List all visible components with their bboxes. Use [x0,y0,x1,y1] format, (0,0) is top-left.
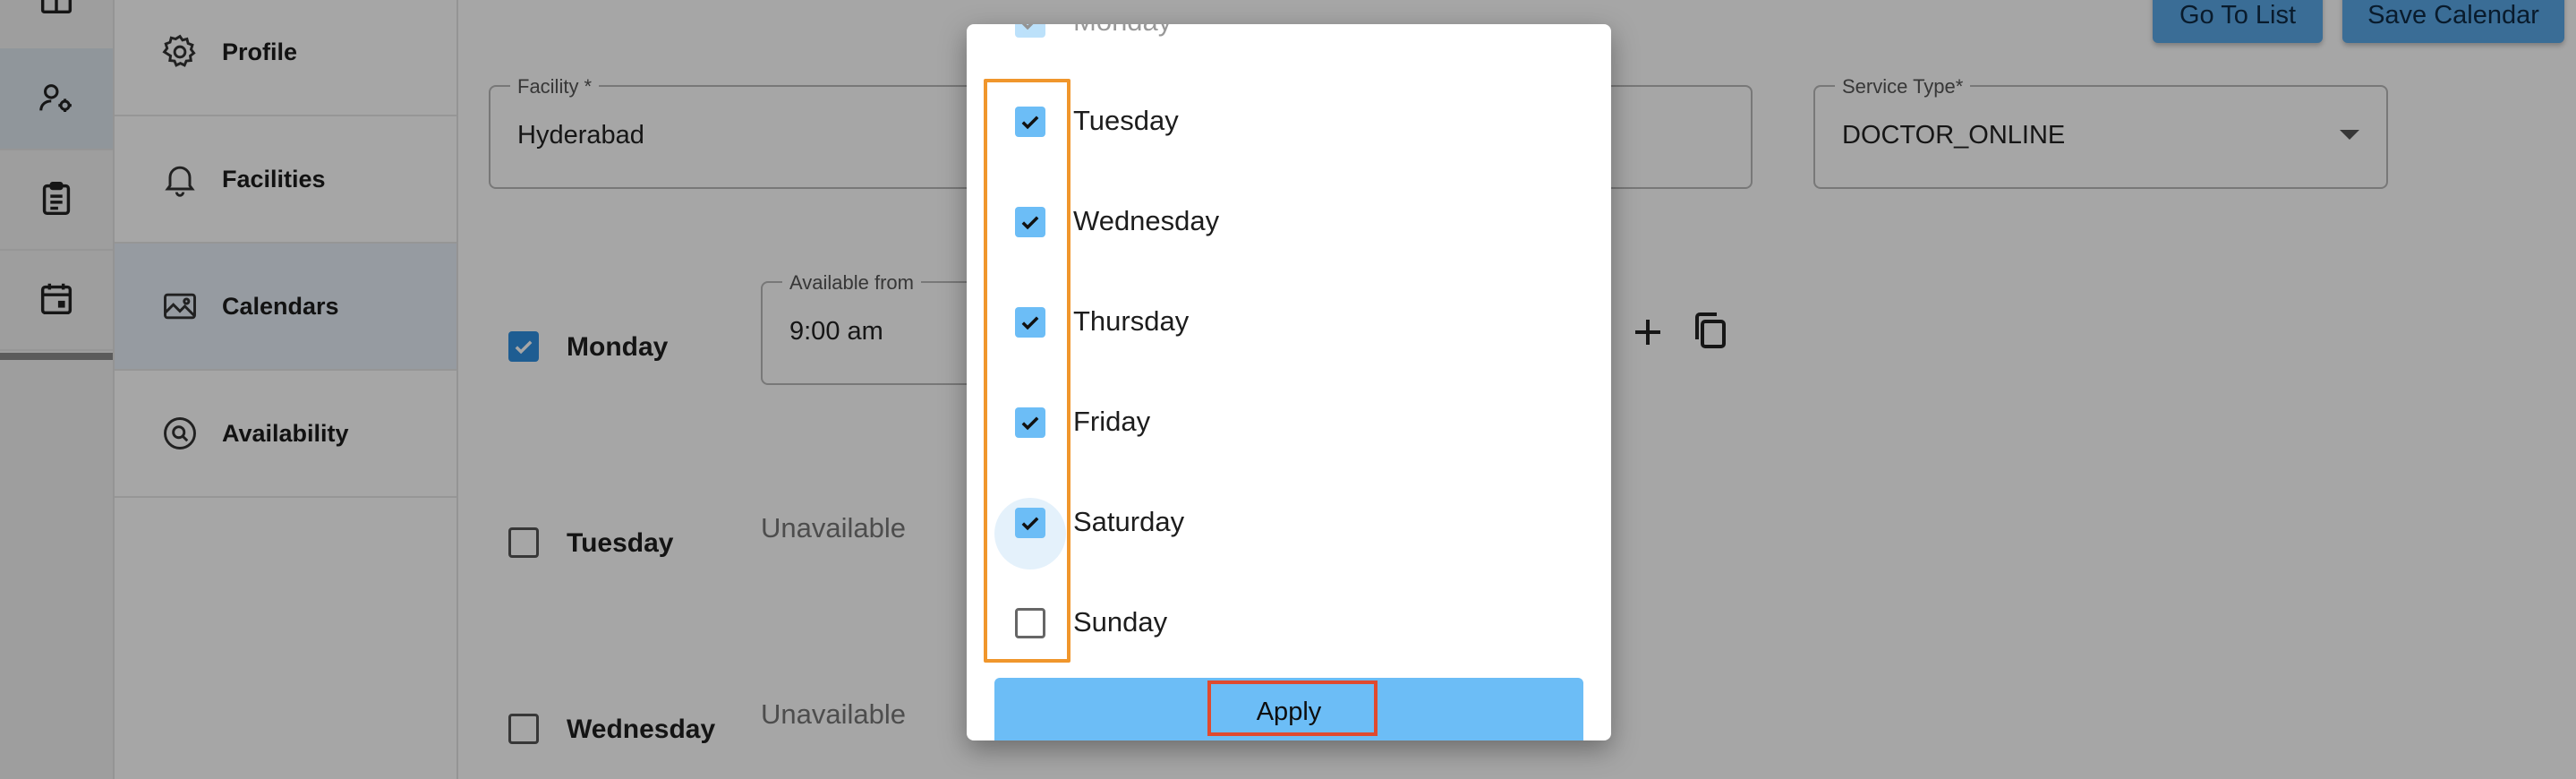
day-option-label: Thursday [1073,305,1190,337]
day-option-checkbox[interactable] [1015,24,1045,38]
app-root: Profile Facilities Calendars Availabilit… [0,0,2576,779]
check-icon [1021,24,1034,30]
day-option-label: Sunday [1073,606,1168,638]
day-option-label: Wednesday [1073,205,1220,236]
day-option-label: Tuesday [1073,105,1179,136]
apply-button-highlight [1207,681,1378,736]
day-option-label: Monday [1073,24,1172,38]
copy-days-dialog: Monday Tuesday Wednesday Thursday Friday [967,24,1611,740]
day-option-label: Saturday [1073,506,1185,537]
checkbox-column-highlight [984,79,1070,663]
day-option-label: Friday [1073,406,1151,437]
day-option-monday[interactable]: Monday [967,24,1611,73]
